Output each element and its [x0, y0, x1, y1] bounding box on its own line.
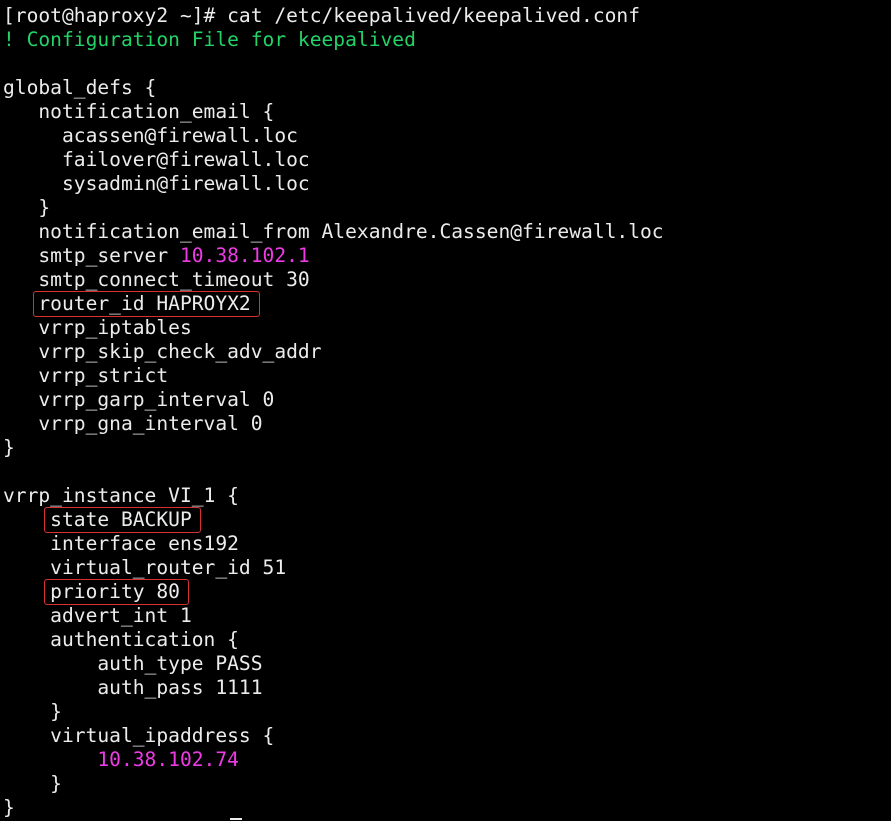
config-line: notification_email { — [3, 100, 274, 124]
config-line: ! Configuration File for keepalived — [3, 28, 416, 52]
line-text: vrrp_strict — [3, 364, 169, 387]
config-line: failover@firewall.loc — [3, 148, 310, 172]
config-line: 10.38.102.74 — [3, 748, 239, 772]
config-line: } — [3, 700, 62, 724]
line-text: notification_email_from Alexandre.Cassen… — [3, 220, 664, 243]
line-text: auth_pass 1111 — [3, 676, 263, 699]
config-line: sysadmin@firewall.loc — [3, 172, 310, 196]
config-line: notification_email_from Alexandre.Cassen… — [3, 220, 664, 244]
line-text: interface ens192 — [3, 532, 239, 555]
config-line: global_defs { — [3, 76, 156, 100]
line-text: vrrp_instance VI_1 { — [3, 484, 239, 507]
config-line: acassen@firewall.loc — [3, 124, 298, 148]
config-line: vrrp_iptables — [3, 316, 192, 340]
line-text: failover@firewall.loc — [3, 148, 310, 171]
ip-address-text: 10.38.102.74 — [97, 748, 239, 771]
line-text: virtual_ipaddress { — [3, 724, 275, 747]
config-line: } — [3, 772, 62, 796]
line-text: acassen@firewall.loc — [3, 124, 298, 147]
line-text: virtual_router_id 51 — [3, 556, 287, 579]
config-line: auth_type PASS — [3, 652, 263, 676]
line-text: vrrp_garp_interval 0 — [3, 388, 275, 411]
config-line: smtp_server 10.38.102.1 — [3, 244, 310, 268]
config-line: virtual_ipaddress { — [3, 724, 274, 748]
line-text: } — [3, 436, 15, 459]
config-line: smtp_connect_timeout 30 — [3, 268, 310, 292]
line-text: sysadmin@firewall.loc — [3, 172, 310, 195]
config-line: vrrp_instance VI_1 { — [3, 484, 239, 508]
ip-address-text: 10.38.102.1 — [179, 244, 310, 267]
line-text: auth_type PASS — [3, 652, 263, 675]
config-line: vrrp_strict — [3, 364, 168, 388]
highlight-box — [44, 507, 201, 533]
config-line: vrrp_gna_interval 0 — [3, 412, 263, 436]
text-cursor — [230, 818, 242, 820]
highlight-box — [44, 579, 189, 605]
line-text: authentication { — [3, 628, 239, 651]
highlight-box — [32, 291, 260, 317]
line-text: } — [3, 196, 51, 219]
config-line: interface ens192 — [3, 532, 239, 556]
config-line: vrrp_skip_check_adv_addr — [3, 340, 322, 364]
config-line: advert_int 1 — [3, 604, 192, 628]
terminal-window[interactable]: [root@haproxy2 ~]# cat /etc/keepalived/k… — [0, 0, 891, 821]
shell-command-line: [root@haproxy2 ~]# cat /etc/keepalived/k… — [3, 4, 640, 28]
line-text: [root@haproxy2 ~]# cat /etc/keepalived/k… — [3, 4, 641, 27]
line-text: smtp_connect_timeout 30 — [3, 268, 310, 291]
line-text: vrrp_gna_interval 0 — [3, 412, 263, 435]
line-text: } — [3, 700, 62, 723]
line-text: global_defs { — [3, 76, 157, 99]
line-text: advert_int 1 — [3, 604, 192, 627]
comment-text: ! Configuration File for keepalived — [3, 28, 416, 51]
config-line: } — [3, 796, 15, 820]
config-line: auth_pass 1111 — [3, 676, 263, 700]
config-line: } — [3, 436, 15, 460]
line-text: } — [3, 772, 62, 795]
line-text: vrrp_skip_check_adv_addr — [3, 340, 322, 363]
config-line: } — [3, 196, 50, 220]
config-line: authentication { — [3, 628, 239, 652]
line-text: notification_email { — [3, 100, 275, 123]
line-text: } — [3, 796, 15, 819]
line-text: smtp_server — [3, 244, 180, 267]
line-text — [3, 748, 97, 771]
config-line: virtual_router_id 51 — [3, 556, 286, 580]
line-text: vrrp_iptables — [3, 316, 192, 339]
config-line: vrrp_garp_interval 0 — [3, 388, 274, 412]
